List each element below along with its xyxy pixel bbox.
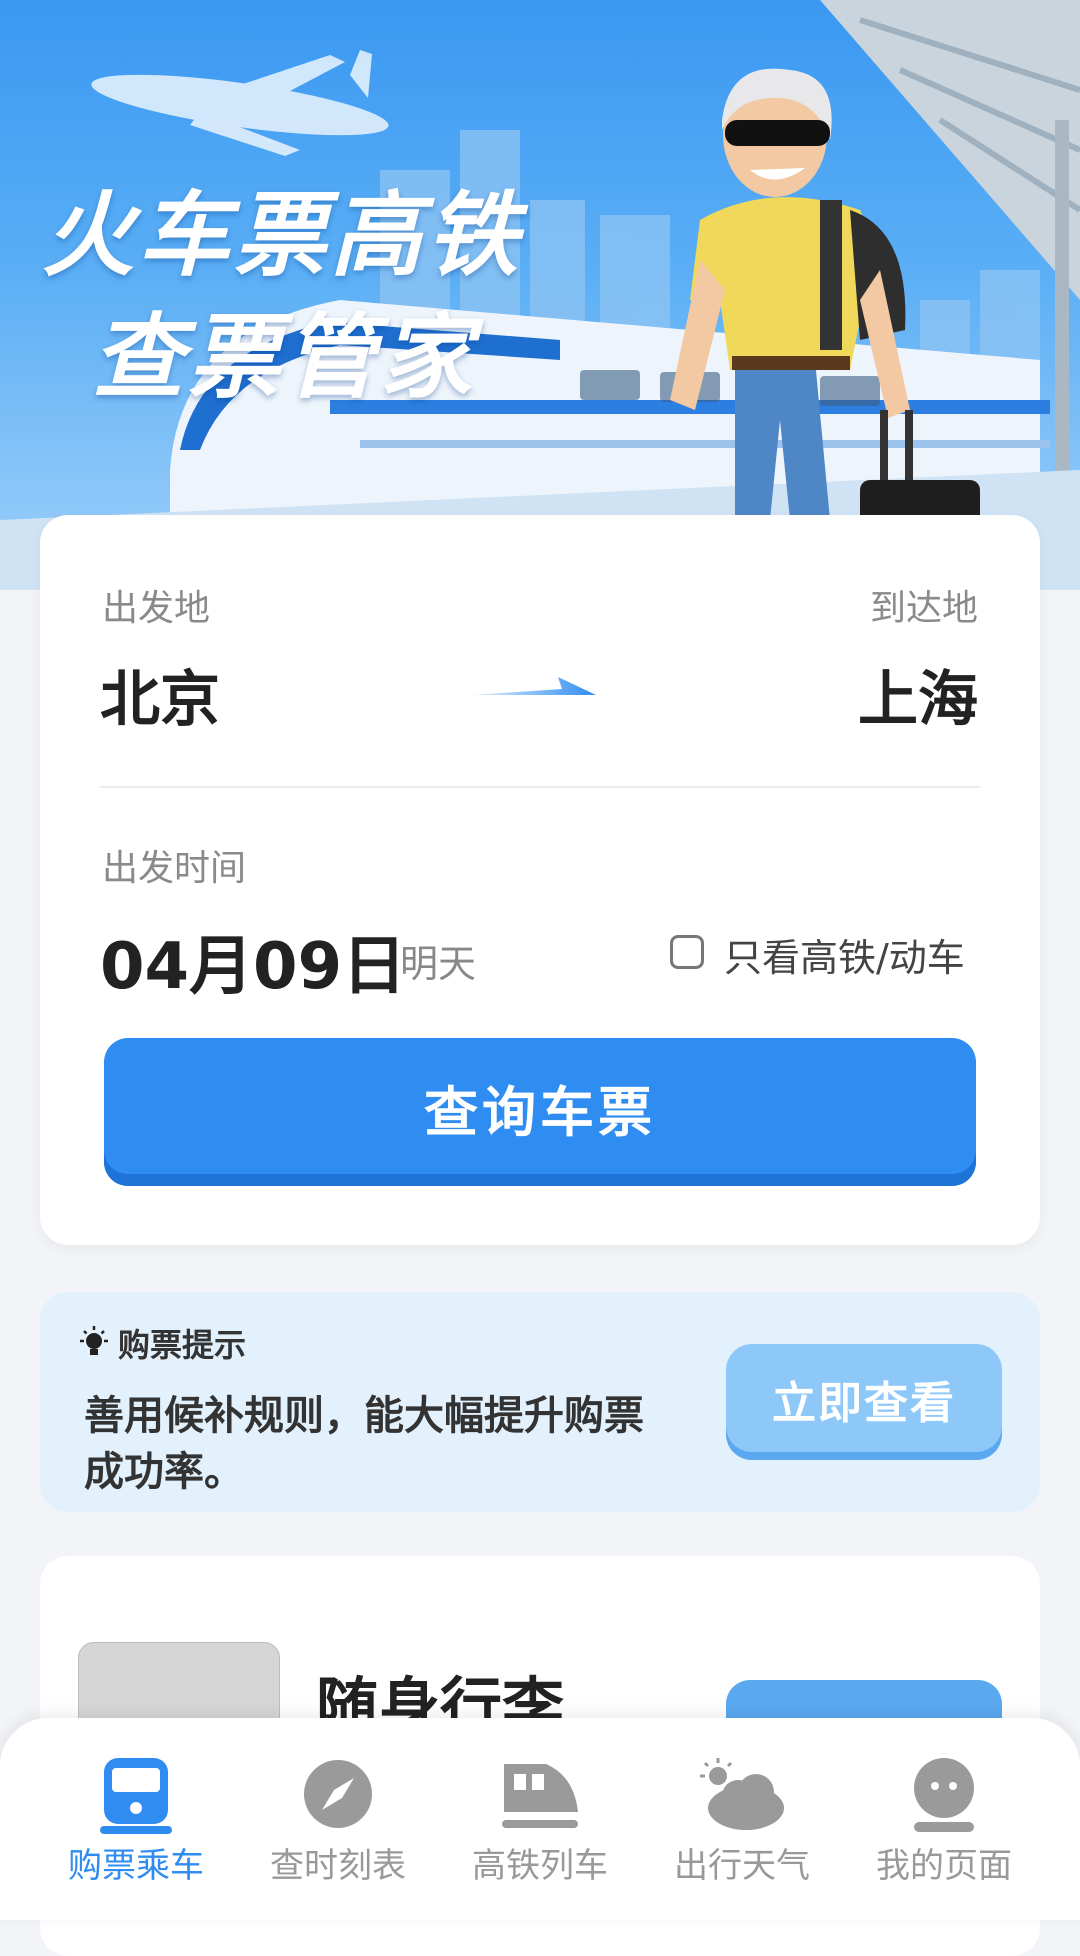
lightbulb-icon xyxy=(80,1326,108,1355)
nav-label-travel-weather: 出行天气 xyxy=(674,1846,810,1886)
ticket-search-card: 出发地 北京 到达地 上海 出发时间 04月09日 明天 只看高铁/动车 查询车… xyxy=(40,515,1040,1245)
compass-icon xyxy=(304,1760,372,1828)
tip-header: 购票提示 xyxy=(76,1320,246,1366)
nav-high-speed-trains[interactable]: 高铁列车 xyxy=(432,1718,648,1920)
nav-label-timetable: 查时刻表 xyxy=(270,1846,406,1886)
to-label: 到达地 xyxy=(869,588,978,629)
hero-illustration xyxy=(0,0,1080,590)
route-arrow-icon[interactable] xyxy=(472,675,602,705)
date-label: 出发时间 xyxy=(102,848,247,889)
date-relative: 明天 xyxy=(400,942,477,986)
hero-title-line1: 火车票高铁 xyxy=(42,182,523,289)
view-now-button[interactable]: 立即查看 xyxy=(726,1344,1002,1460)
high-speed-only-checkbox[interactable] xyxy=(670,935,704,969)
bottom-nav: 购票乘车 查时刻表 高铁列车 出行天气 我的页面 xyxy=(0,1718,1080,1920)
from-city[interactable]: 北京 xyxy=(100,651,220,738)
to-city[interactable]: 上海 xyxy=(858,651,978,738)
tip-title: 购票提示 xyxy=(118,1326,247,1364)
weather-cloud-icon xyxy=(700,1758,784,1830)
high-speed-only-label[interactable]: 只看高铁/动车 xyxy=(724,927,965,982)
bullet-train-icon xyxy=(502,1764,578,1828)
nav-travel-weather[interactable]: 出行天气 xyxy=(634,1718,850,1920)
nav-buy-tickets[interactable]: 购票乘车 xyxy=(28,1718,244,1920)
nav-label-buy-tickets: 购票乘车 xyxy=(68,1846,204,1886)
from-label: 出发地 xyxy=(102,588,211,629)
profile-icon xyxy=(914,1758,974,1832)
nav-my-page[interactable]: 我的页面 xyxy=(836,1718,1052,1920)
hero-banner: 火车票高铁 查票管家 xyxy=(0,0,1080,590)
nav-timetable[interactable]: 查时刻表 xyxy=(230,1718,446,1920)
nav-label-high-speed-trains: 高铁列车 xyxy=(472,1846,608,1886)
train-front-icon xyxy=(100,1758,172,1834)
nav-label-my-page: 我的页面 xyxy=(876,1846,1012,1886)
search-tickets-button[interactable]: 查询车票 xyxy=(104,1038,976,1186)
tip-text: 善用候补规则，能大幅提升购票成功率。 xyxy=(84,1393,644,1495)
departure-date[interactable]: 04月09日 xyxy=(100,915,406,1007)
divider xyxy=(100,786,980,788)
ticket-tip-card: 购票提示 善用候补规则，能大幅提升购票成功率。 立即查看 xyxy=(40,1292,1040,1512)
hero-title-line2: 查票管家 xyxy=(92,304,477,411)
